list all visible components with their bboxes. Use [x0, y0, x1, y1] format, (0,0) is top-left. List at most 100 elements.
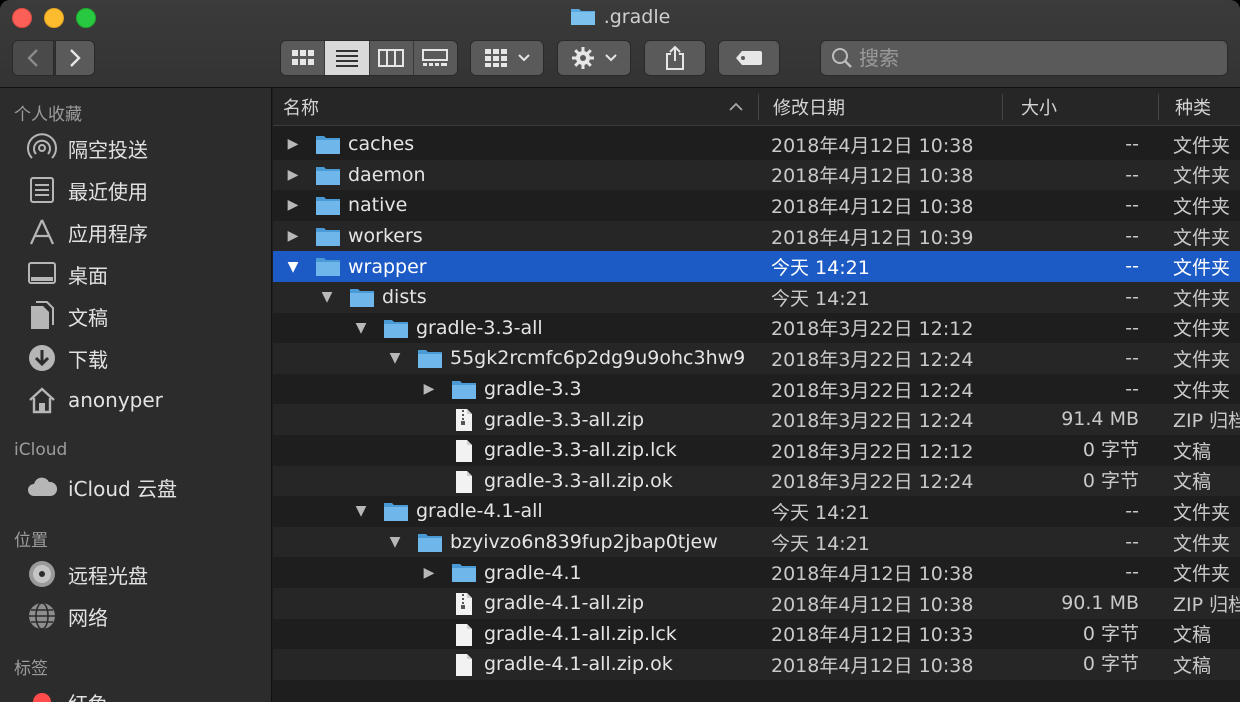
disclosure-collapsed-icon[interactable]: ▶ [419, 374, 439, 405]
disclosure-expanded-icon[interactable]: ▼ [317, 282, 337, 313]
file-kind: 文件夹 [1173, 563, 1231, 586]
table-row[interactable]: gradle-4.1-all.zip 2018年4月12日 10:38 90.1 M… [273, 587, 1240, 619]
file-size: -- [1125, 163, 1139, 186]
table-row[interactable]: gradle-4.1-all.zip.ok 2018年4月12日 10:38 0 字… [273, 649, 1240, 680]
file-size: 0 字节 [1082, 438, 1139, 461]
file-kind: 文稿 [1173, 624, 1212, 647]
search-input[interactable] [859, 46, 1199, 70]
table-row[interactable]: ▶ caches 2018年4月12日 10:38 -- 文件夹 [273, 129, 1240, 160]
cloud-icon [26, 471, 58, 503]
column-kind-header[interactable]: 种类 [1175, 88, 1211, 126]
table-row[interactable]: ▼ dists 今天 14:21 -- 文件夹 [273, 281, 1240, 313]
tags-button[interactable] [718, 40, 780, 76]
table-row[interactable]: ▼ wrapper 今天 14:21 -- 文件夹 [273, 251, 1240, 282]
sidebar-item-desktop[interactable]: 桌面 [26, 256, 108, 292]
sidebar-item-tag-red[interactable]: 红色 [26, 684, 108, 702]
action-menu-button[interactable] [557, 40, 631, 76]
table-row[interactable]: ▼ bzyivzo6n839fup2jbap0tjew 今天 14:21 -- 文件夹 [273, 526, 1240, 558]
disclosure-collapsed-icon[interactable]: ▶ [283, 221, 303, 252]
table-row[interactable]: gradle-3.3-all.zip.lck 2018年3月22日 12:12 0 … [273, 435, 1240, 466]
folder-icon [383, 317, 409, 339]
file-date: 2018年3月22日 12:12 [771, 318, 974, 341]
table-row[interactable]: ▶ workers 2018年4月12日 10:39 -- 文件夹 [273, 220, 1240, 252]
disclosure-collapsed-icon[interactable]: ▶ [283, 129, 303, 160]
document-icon [451, 623, 477, 646]
sidebar-item-home[interactable]: anonyper [26, 382, 163, 418]
document-icon [451, 439, 477, 462]
window-title-text: .gradle [603, 6, 671, 28]
column-date-label: 修改日期 [773, 98, 845, 119]
folder-icon [383, 500, 409, 522]
sidebar-item-downloads[interactable]: 下载 [26, 340, 108, 376]
folder-icon [315, 133, 341, 155]
back-button[interactable] [12, 40, 54, 76]
table-row[interactable]: ▼ gradle-4.1-all 今天 14:21 -- 文件夹 [273, 496, 1240, 527]
file-kind: 文稿 [1173, 471, 1212, 494]
sidebar-item-remote-disc[interactable]: 远程光盘 [26, 556, 148, 592]
table-row[interactable]: ▼ gradle-3.3-all 2018年3月22日 12:12 -- 文件夹 [273, 313, 1240, 344]
file-kind: 文稿 [1173, 440, 1212, 463]
disclosure-expanded-icon[interactable]: ▼ [385, 343, 405, 374]
file-name: gradle-4.1-all.zip.ok [484, 653, 673, 676]
disclosure-collapsed-icon[interactable]: ▶ [283, 190, 303, 221]
group-by-button[interactable] [470, 40, 544, 76]
sidebar-heading-locations: 位置 [14, 531, 48, 551]
icon-view-button[interactable] [281, 41, 326, 75]
table-row[interactable]: gradle-3.3-all.zip 2018年3月22日 12:24 91.4 M… [273, 404, 1240, 435]
column-size-header[interactable]: 大小 [1021, 88, 1057, 126]
disclosure-expanded-icon[interactable]: ▼ [351, 496, 371, 527]
file-rows: ▶ caches 2018年4月12日 10:38 -- 文件夹 ▶ daemon 2018年… [273, 129, 1240, 680]
sort-ascending-icon [729, 102, 743, 111]
sidebar-item-label: 网络 [68, 605, 108, 630]
table-row[interactable]: gradle-3.3-all.zip.ok 2018年3月22日 12:24 0 字… [273, 465, 1240, 497]
file-name: gradle-4.1 [484, 561, 582, 584]
applications-icon [26, 216, 58, 248]
column-name-header[interactable]: 名称 [283, 88, 753, 126]
file-kind: ZIP 归档 [1173, 593, 1240, 616]
disclosure-expanded-icon[interactable]: ▼ [351, 313, 371, 344]
disclosure-expanded-icon[interactable]: ▼ [385, 527, 405, 558]
search-field[interactable] [820, 40, 1228, 76]
disclosure-collapsed-icon[interactable]: ▶ [283, 160, 303, 191]
sidebar-item-documents[interactable]: 文稿 [26, 298, 108, 334]
forward-button[interactable] [55, 40, 95, 76]
column-name-label: 名称 [283, 98, 319, 119]
table-row[interactable]: ▶ native 2018年4月12日 10:38 -- 文件夹 [273, 190, 1240, 221]
sidebar-item-label: 下载 [68, 347, 108, 372]
sidebar-item-label: 红色 [68, 688, 108, 702]
file-name: gradle-3.3-all [416, 316, 543, 339]
file-date: 2018年4月12日 10:33 [771, 624, 974, 647]
table-row[interactable]: ▶ gradle-4.1 2018年4月12日 10:38 -- 文件夹 [273, 557, 1240, 588]
disclosure-collapsed-icon[interactable]: ▶ [419, 557, 439, 588]
gear-icon [572, 47, 594, 69]
sidebar-item-network[interactable]: 网络 [26, 598, 108, 634]
sidebar-item-label: 最近使用 [68, 179, 148, 204]
file-name: daemon [348, 163, 426, 186]
share-button[interactable] [644, 40, 706, 76]
sidebar-item-recents[interactable]: 最近使用 [26, 172, 148, 208]
file-name: gradle-4.1-all.zip [484, 592, 645, 615]
sidebar-item-label: 远程光盘 [68, 563, 148, 588]
file-size: 90.1 MB [1061, 591, 1139, 614]
file-date: 今天 14:21 [771, 257, 870, 280]
sidebar-item-applications[interactable]: 应用程序 [26, 214, 148, 250]
list-view-button[interactable] [325, 41, 370, 75]
sidebar-item-icloud-drive[interactable]: iCloud 云盘 [26, 469, 177, 505]
gallery-view-button[interactable] [413, 41, 457, 75]
sidebar-item-airdrop[interactable]: 隔空投送 [26, 130, 148, 166]
sidebar-item-label: anonyper [68, 388, 163, 412]
home-icon [26, 384, 58, 416]
column-view-button[interactable] [369, 41, 414, 75]
document-icon [451, 653, 477, 677]
chevron-down-icon [518, 54, 530, 62]
folder-icon [349, 286, 375, 308]
table-row[interactable]: ▶ gradle-3.3 2018年3月22日 12:24 -- 文件夹 [273, 374, 1240, 405]
sidebar-item-label: 文稿 [68, 305, 108, 330]
disclosure-expanded-icon[interactable]: ▼ [283, 251, 303, 282]
table-row[interactable]: ▼ 55gk2rcmfc6p2dg9u9ohc3hw9 2018年3月22日 12:… [273, 343, 1240, 374]
table-row[interactable]: ▶ daemon 2018年4月12日 10:38 -- 文件夹 [273, 159, 1240, 191]
column-date-header[interactable]: 修改日期 [773, 88, 845, 126]
file-kind: 文件夹 [1173, 318, 1231, 341]
folder-icon [417, 531, 443, 553]
table-row[interactable]: gradle-4.1-all.zip.lck 2018年4月12日 10:33 0 … [273, 619, 1240, 650]
